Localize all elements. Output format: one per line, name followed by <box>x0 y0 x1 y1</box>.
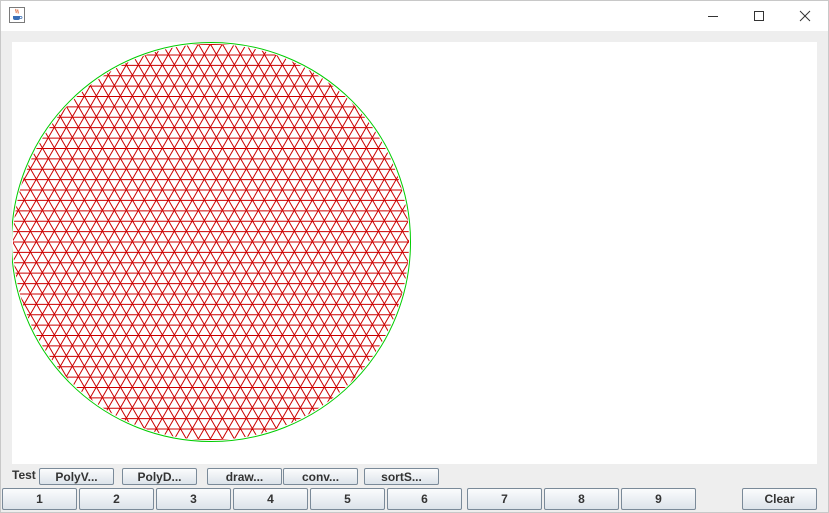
java-coffee-icon <box>9 7 25 23</box>
number-button-1[interactable]: 1 <box>2 488 77 510</box>
app-window: Test PolyV... PolyD... draw... conv... s… <box>0 0 829 513</box>
triangle-mesh-drawing <box>11 42 411 442</box>
number-button-9[interactable]: 9 <box>621 488 696 510</box>
number-button-7[interactable]: 7 <box>467 488 542 510</box>
close-button[interactable] <box>782 1 828 31</box>
number-button-2[interactable]: 2 <box>79 488 154 510</box>
number-button-6[interactable]: 6 <box>387 488 462 510</box>
number-button-4[interactable]: 4 <box>233 488 308 510</box>
conv-button[interactable]: conv... <box>283 468 358 485</box>
maximize-icon <box>754 11 764 21</box>
number-button-5[interactable]: 5 <box>310 488 385 510</box>
number-button-8[interactable]: 8 <box>544 488 619 510</box>
test-toolbar: Test PolyV... PolyD... draw... conv... s… <box>1 465 828 487</box>
close-icon <box>799 10 811 22</box>
clear-button[interactable]: Clear <box>742 488 817 510</box>
number-button-3[interactable]: 3 <box>156 488 231 510</box>
maximize-button[interactable] <box>736 1 782 31</box>
minimize-button[interactable] <box>690 1 736 31</box>
test-label: Test <box>12 468 36 482</box>
number-toolbar: 1 2 3 4 5 6 7 8 9 Clear <box>1 487 828 511</box>
polyv-button[interactable]: PolyV... <box>39 468 114 485</box>
triangle-mesh <box>13 44 409 440</box>
sorts-button[interactable]: sortS... <box>364 468 439 485</box>
polyd-button[interactable]: PolyD... <box>122 468 197 485</box>
mesh-edges <box>13 44 409 440</box>
minimize-icon <box>708 16 718 17</box>
drawing-canvas[interactable] <box>11 42 817 464</box>
title-bar <box>1 1 828 31</box>
draw-button[interactable]: draw... <box>207 468 282 485</box>
